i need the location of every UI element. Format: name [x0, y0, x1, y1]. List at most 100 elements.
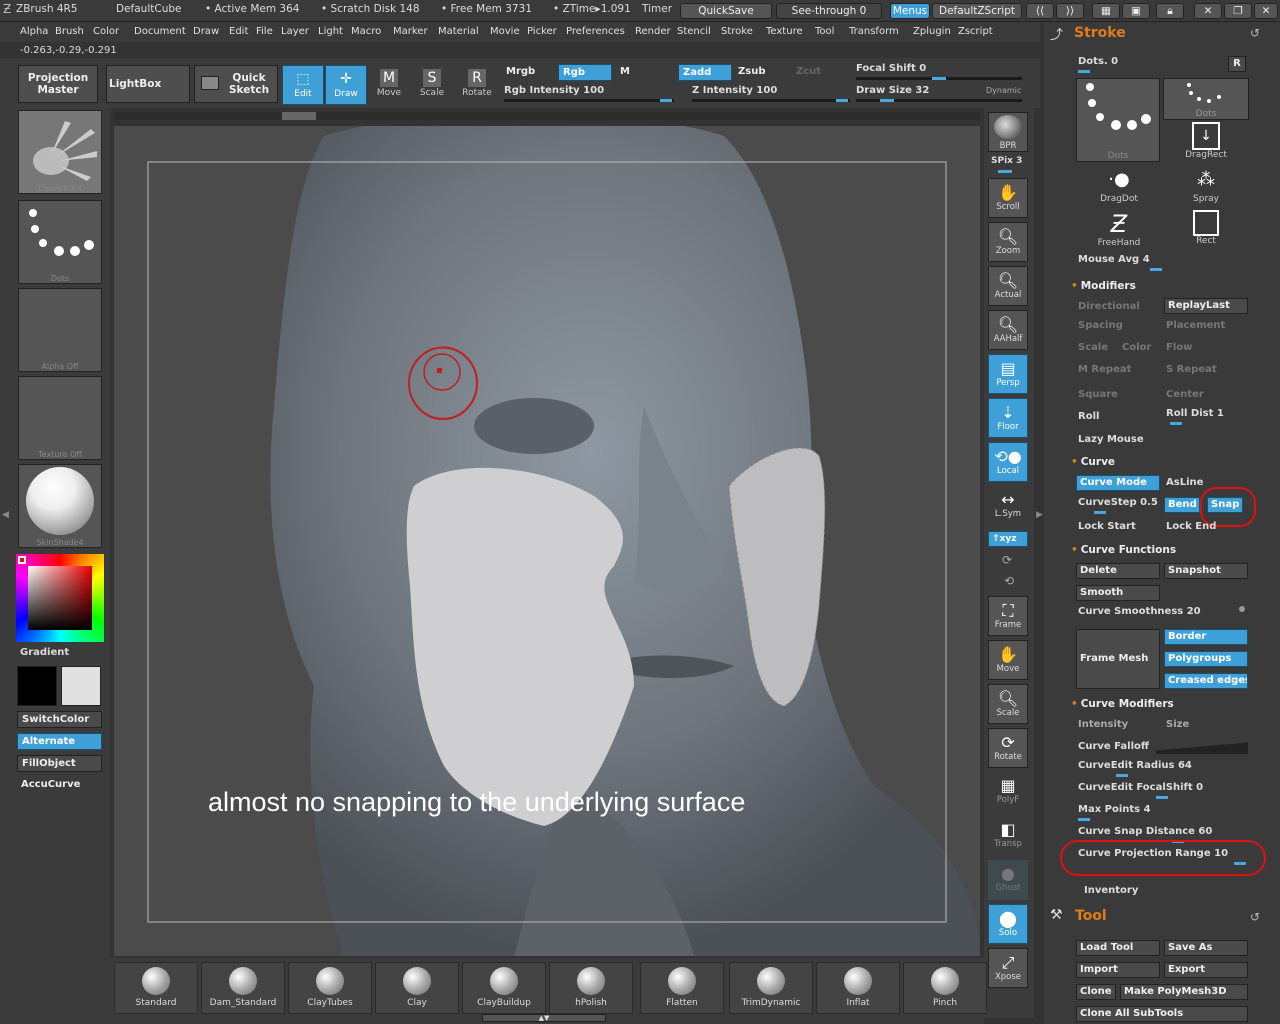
- lazy-mouse-section[interactable]: Lazy Mouse: [1078, 434, 1144, 445]
- mouse-avg-knob[interactable]: [1150, 268, 1162, 271]
- focal-shift-knob[interactable]: [932, 77, 946, 80]
- export-button[interactable]: Export: [1164, 962, 1248, 978]
- menu-texture[interactable]: Texture: [766, 26, 803, 37]
- curveedit-focalshift-knob[interactable]: [1156, 796, 1168, 799]
- menu-brush[interactable]: Brush: [55, 26, 84, 37]
- scale-mode-button[interactable]: S Scale: [411, 65, 453, 105]
- dynamic-toggle[interactable]: Dynamic: [986, 86, 1021, 95]
- menu-edit[interactable]: Edit: [229, 26, 248, 37]
- menu-document[interactable]: Document: [134, 26, 186, 37]
- scale-view-button[interactable]: 🔍︎ Scale: [988, 684, 1028, 724]
- stroke-reset-icon[interactable]: ↺: [1250, 26, 1260, 40]
- stroke-type-freehand[interactable]: Ƶ FreeHand: [1076, 210, 1162, 252]
- stroke-type-dragrect[interactable]: ↓ DragRect: [1163, 122, 1249, 164]
- zadd-button[interactable]: Zadd: [678, 64, 732, 81]
- menu-render[interactable]: Render: [635, 26, 671, 37]
- menu-stencil[interactable]: Stencil: [677, 26, 711, 37]
- roll-toggle[interactable]: Roll: [1078, 411, 1099, 422]
- tool-reset-icon[interactable]: ↺: [1250, 910, 1260, 924]
- head-model[interactable]: [114, 126, 980, 956]
- layout-right-icon[interactable]: ⟩⟩: [1056, 3, 1084, 19]
- zsub-button[interactable]: Zsub: [734, 64, 788, 81]
- frame-button[interactable]: ⛶ Frame: [988, 596, 1028, 636]
- scale-slider[interactable]: Scale: [1078, 342, 1108, 353]
- flow-slider[interactable]: Flow: [1166, 342, 1192, 353]
- brush-pinch[interactable]: Pinch: [903, 962, 987, 1014]
- curveedit-radius-knob[interactable]: [1116, 774, 1128, 777]
- reset-stroke-button[interactable]: R: [1228, 56, 1246, 72]
- brush-dam-standard[interactable]: Dam_Standard: [201, 962, 285, 1014]
- delete-curve-button[interactable]: Delete: [1076, 563, 1160, 579]
- brush-flatten[interactable]: Flatten: [640, 962, 724, 1014]
- m-button[interactable]: M: [616, 64, 674, 81]
- mrgb-button[interactable]: Mrgb: [502, 64, 556, 81]
- rgb-button[interactable]: Rgb: [558, 64, 612, 81]
- max-points-slider[interactable]: Max Points 4: [1078, 804, 1151, 815]
- right-collapse-handle[interactable]: ▶: [1036, 510, 1044, 530]
- rotate-z-icon[interactable]: ⟲: [1004, 574, 1014, 588]
- switchcolor-button[interactable]: SwitchColor: [17, 711, 102, 728]
- bpr-button[interactable]: BPR: [988, 112, 1028, 152]
- square-toggle[interactable]: Square: [1078, 389, 1118, 400]
- ghost-button[interactable]: ● Ghost: [988, 860, 1028, 900]
- color-slider[interactable]: Color: [1122, 342, 1151, 353]
- tool-palette-title[interactable]: Tool: [1075, 908, 1107, 924]
- curve-falloff-preview[interactable]: [1156, 740, 1248, 754]
- menu-draw[interactable]: Draw: [193, 26, 219, 37]
- polyf-button[interactable]: ▦ PolyF: [988, 772, 1028, 812]
- spix-knob[interactable]: [998, 170, 1012, 173]
- local-button[interactable]: ⟲● Local: [988, 442, 1028, 482]
- alternate-button[interactable]: Alternate: [17, 733, 102, 750]
- smooth-curve-button[interactable]: Smooth: [1076, 585, 1160, 601]
- accucurve-button[interactable]: AccuCurve: [17, 777, 102, 794]
- close-icon[interactable]: ✕: [1254, 3, 1278, 19]
- menu-picker[interactable]: Picker: [527, 26, 557, 37]
- transp-button[interactable]: ◧ Transp: [988, 816, 1028, 856]
- lock-end-toggle[interactable]: Lock End: [1166, 521, 1216, 532]
- curvestep-knob[interactable]: [1094, 511, 1106, 514]
- brush-standard[interactable]: Standard: [114, 962, 198, 1014]
- max-points-knob[interactable]: [1078, 818, 1090, 821]
- draw-mode-button[interactable]: ✛ Draw: [325, 65, 367, 105]
- draw-size-knob[interactable]: [880, 99, 894, 102]
- brush-thumbnail[interactable]: CurveTriFill: [18, 110, 102, 194]
- color-picker-square[interactable]: [28, 566, 92, 630]
- stroke-thumbnail[interactable]: Dots: [18, 200, 102, 284]
- z-intensity-knob[interactable]: [836, 99, 848, 102]
- quick-sketch-button[interactable]: Quick Sketch: [194, 65, 278, 103]
- default-zscript-button[interactable]: DefaultZScript: [932, 3, 1022, 19]
- aahalf-button[interactable]: 🔍︎ AAHalf: [988, 310, 1028, 350]
- quicksave-button[interactable]: QuickSave: [680, 3, 772, 19]
- lock-start-toggle[interactable]: Lock Start: [1078, 521, 1136, 532]
- polygroups-toggle[interactable]: Polygroups: [1164, 651, 1248, 667]
- load-tool-button[interactable]: Load Tool: [1076, 940, 1160, 956]
- menu-stroke[interactable]: Stroke: [721, 26, 753, 37]
- mouse-avg-slider[interactable]: Mouse Avg 4: [1078, 254, 1150, 265]
- menu-transform[interactable]: Transform: [849, 26, 899, 37]
- layout-left-icon[interactable]: ⟨⟨: [1026, 3, 1054, 19]
- curve-modifiers-section[interactable]: Curve Modifiers: [1071, 698, 1174, 710]
- viewport-scrollbar[interactable]: [114, 112, 980, 120]
- focal-shift-slider[interactable]: Focal Shift 0: [856, 63, 926, 74]
- dots-slider[interactable]: Dots. 0: [1078, 56, 1118, 67]
- menu-material[interactable]: Material: [438, 26, 479, 37]
- center-toggle[interactable]: Center: [1166, 389, 1204, 400]
- save-as-button[interactable]: Save As: [1164, 940, 1248, 956]
- make-polymesh3d-button[interactable]: Make PolyMesh3D: [1120, 984, 1248, 1000]
- modifiers-section[interactable]: Modifiers: [1071, 280, 1136, 292]
- menu-color[interactable]: Color: [93, 26, 119, 37]
- maximize-icon[interactable]: ❐: [1224, 3, 1252, 19]
- gradient-toggle[interactable]: Gradient: [20, 647, 69, 658]
- stroke-type-dragdot[interactable]: ·● DragDot: [1076, 166, 1162, 208]
- secondary-color-swatch[interactable]: [61, 666, 101, 706]
- lock-icon[interactable]: 🔒︎: [1156, 3, 1184, 19]
- curve-falloff-graph[interactable]: Curve Falloff: [1078, 741, 1149, 752]
- rgb-intensity-track[interactable]: [504, 99, 674, 102]
- stroke-palette-title[interactable]: Stroke: [1074, 25, 1126, 41]
- z-intensity-slider[interactable]: Z Intensity 100: [692, 85, 777, 96]
- curve-mode-button[interactable]: Curve Mode: [1076, 475, 1160, 491]
- intensity-toggle[interactable]: Intensity: [1078, 719, 1128, 730]
- xyz-button[interactable]: ↑xyz: [988, 531, 1028, 547]
- main-color-swatch[interactable]: [17, 666, 57, 706]
- fillobject-button[interactable]: FillObject: [17, 755, 102, 772]
